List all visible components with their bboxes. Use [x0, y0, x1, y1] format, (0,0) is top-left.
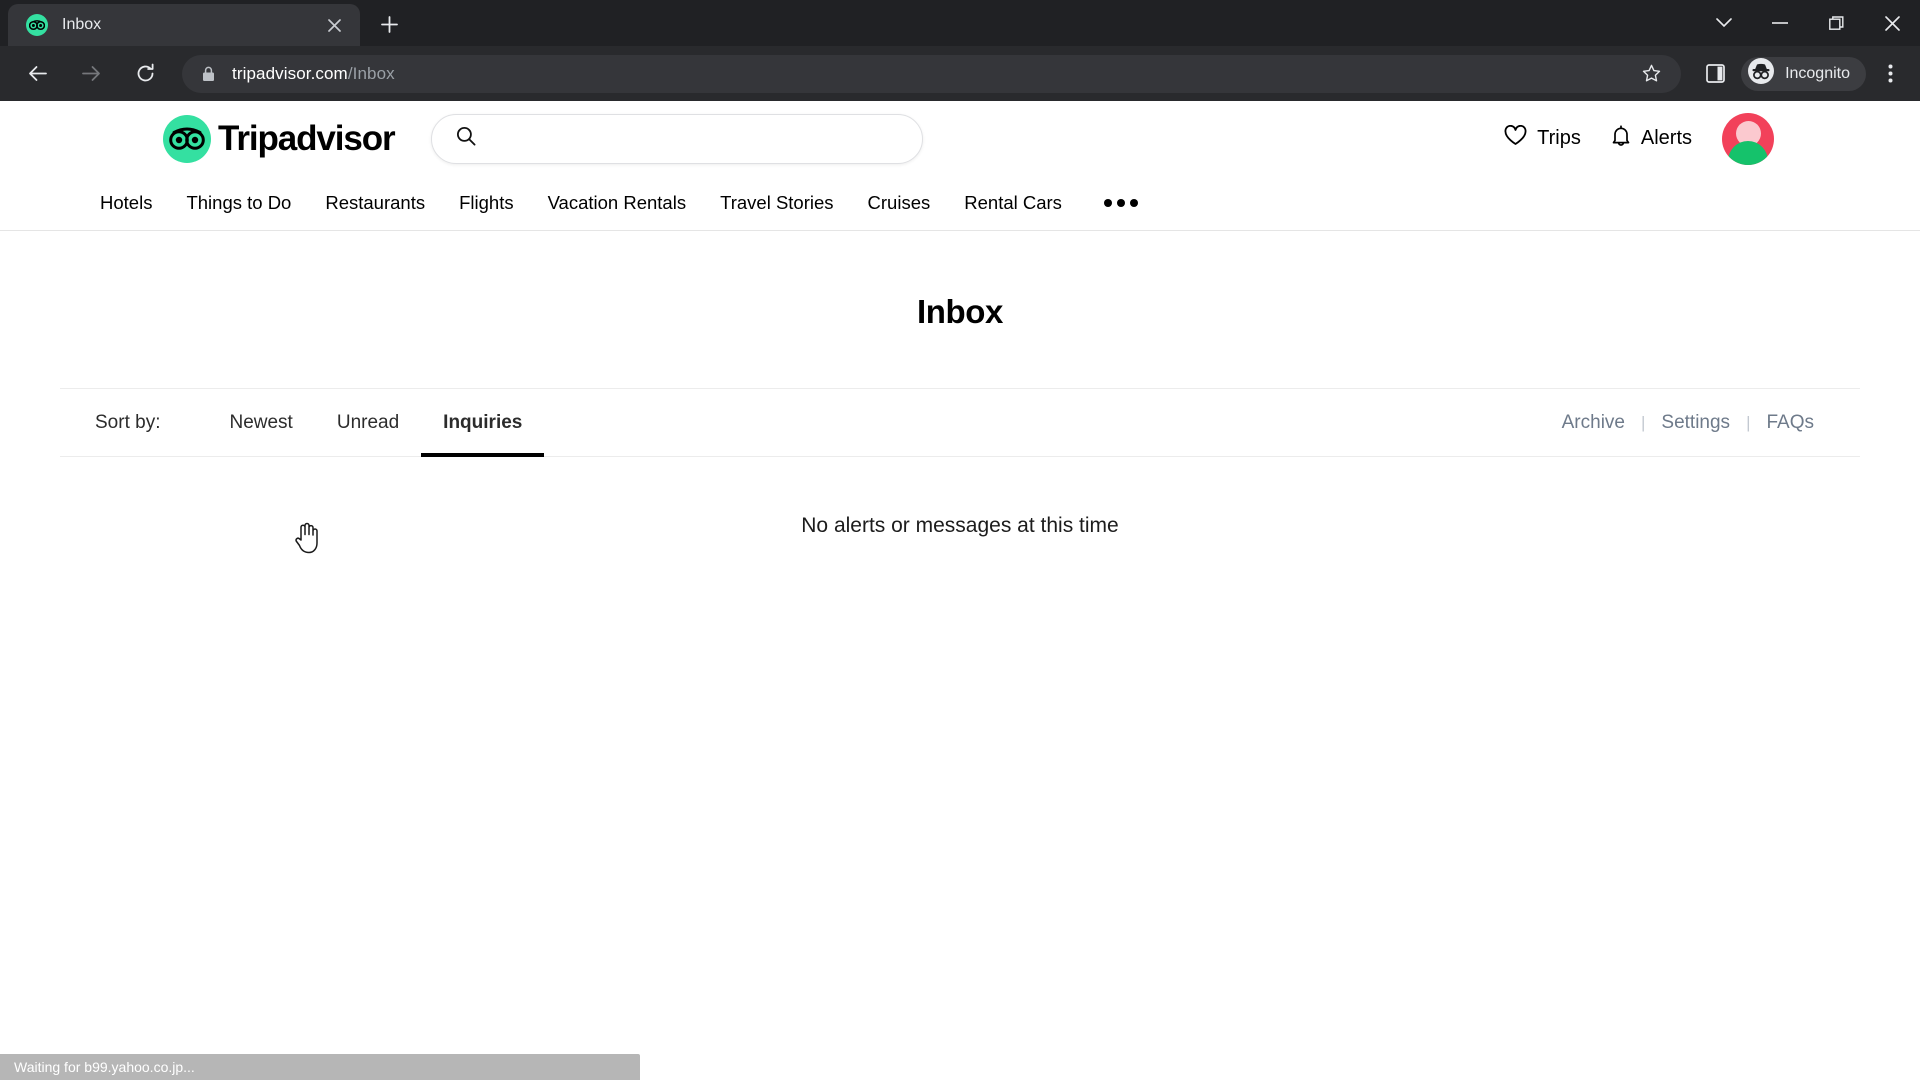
bell-icon — [1611, 124, 1631, 153]
more-dots-icon[interactable] — [1103, 199, 1138, 207]
star-icon[interactable] — [1635, 58, 1667, 90]
trips-label: Trips — [1537, 127, 1581, 149]
tripadvisor-logo[interactable]: Tripadvisor — [163, 114, 396, 163]
tripadvisor-owl-icon — [26, 14, 48, 36]
avatar-body — [1728, 140, 1768, 165]
search-input[interactable] — [489, 128, 870, 149]
tab-inquiries[interactable]: Inquiries — [421, 389, 545, 457]
site-nav: Hotels Things to Do Restaurants Flights … — [0, 176, 1920, 231]
nav-item-things-to-do[interactable]: Things to Do — [186, 192, 291, 214]
site-header: Tripadvisor Trips Alerts — [0, 101, 1920, 176]
settings-link[interactable]: Settings — [1645, 412, 1746, 434]
browser-tab[interactable]: Inbox — [8, 4, 360, 46]
nav-item-restaurants[interactable]: Restaurants — [325, 192, 425, 214]
nav-item-travel-stories[interactable]: Travel Stories — [720, 192, 833, 214]
url-domain: tripadvisor.com — [232, 63, 348, 83]
incognito-label: Incognito — [1785, 64, 1850, 82]
close-icon[interactable] — [320, 11, 348, 39]
incognito-icon — [1747, 57, 1775, 90]
nav-item-rental-cars[interactable]: Rental Cars — [964, 192, 1062, 214]
avatar[interactable] — [1722, 112, 1774, 165]
incognito-indicator[interactable]: Incognito — [1741, 56, 1866, 91]
tab-newest[interactable]: Newest — [207, 389, 314, 457]
trips-button[interactable]: Trips — [1504, 124, 1581, 152]
tripadvisor-wordmark: Tripadvisor — [218, 118, 396, 158]
heart-icon — [1504, 124, 1527, 152]
minimize-icon[interactable] — [1752, 0, 1808, 46]
sort-bar: Sort by: Newest Unread Inquiries Archive… — [60, 389, 1860, 457]
empty-state-message: No alerts or messages at this time — [801, 514, 1119, 537]
close-icon[interactable] — [1864, 0, 1920, 46]
back-arrow-icon[interactable] — [16, 53, 58, 95]
faqs-link[interactable]: FAQs — [1750, 412, 1830, 434]
window-controls — [1696, 0, 1920, 46]
header-actions: Trips Alerts — [1504, 112, 1920, 165]
side-panel-icon[interactable] — [1695, 54, 1735, 94]
reload-icon[interactable] — [124, 53, 166, 95]
plus-icon[interactable] — [370, 5, 408, 43]
page-viewport: Tripadvisor Trips Alerts Hotels Things t… — [0, 101, 1920, 1080]
url-text: tripadvisor.com/Inbox — [232, 64, 395, 84]
search-box[interactable] — [430, 113, 923, 164]
restore-icon[interactable] — [1808, 0, 1864, 46]
archive-link[interactable]: Archive — [1546, 412, 1641, 434]
alerts-button[interactable]: Alerts — [1611, 124, 1692, 153]
tab-title: Inbox — [62, 16, 102, 33]
alerts-label: Alerts — [1640, 127, 1692, 149]
tab-unread[interactable]: Unread — [315, 389, 421, 457]
browser-window: Inbox tripadvisor.com/Inbox Incognito Tr… — [0, 0, 1920, 1080]
nav-item-cruises[interactable]: Cruises — [868, 192, 931, 214]
address-bar[interactable]: tripadvisor.com/Inbox — [182, 54, 1682, 93]
forward-arrow-icon[interactable] — [70, 53, 112, 95]
status-text: Waiting for b99.yahoo.co.jp... — [14, 1059, 195, 1075]
sort-tabs: Newest Unread Inquiries — [207, 389, 545, 457]
search-icon — [456, 126, 476, 151]
nav-item-vacation-rentals[interactable]: Vacation Rentals — [548, 192, 687, 214]
sort-by-label: Sort by: — [95, 411, 161, 433]
chevron-down-icon[interactable] — [1696, 0, 1752, 46]
tripadvisor-owl-icon — [163, 114, 211, 163]
lock-icon — [202, 66, 215, 82]
status-bar: Waiting for b99.yahoo.co.jp... — [0, 1054, 640, 1080]
page-title: Inbox — [917, 293, 1003, 330]
tab-strip: Inbox — [0, 0, 1920, 46]
nav-item-hotels[interactable]: Hotels — [100, 192, 152, 214]
inbox-toolbar: Sort by: Newest Unread Inquiries Archive… — [60, 388, 1860, 457]
kebab-menu-icon[interactable] — [1870, 54, 1910, 94]
nav-item-flights[interactable]: Flights — [459, 192, 514, 214]
url-path: /Inbox — [347, 63, 395, 83]
browser-toolbar: tripadvisor.com/Inbox Incognito — [0, 46, 1920, 101]
inbox-links: Archive | Settings | FAQs — [1546, 412, 1860, 434]
